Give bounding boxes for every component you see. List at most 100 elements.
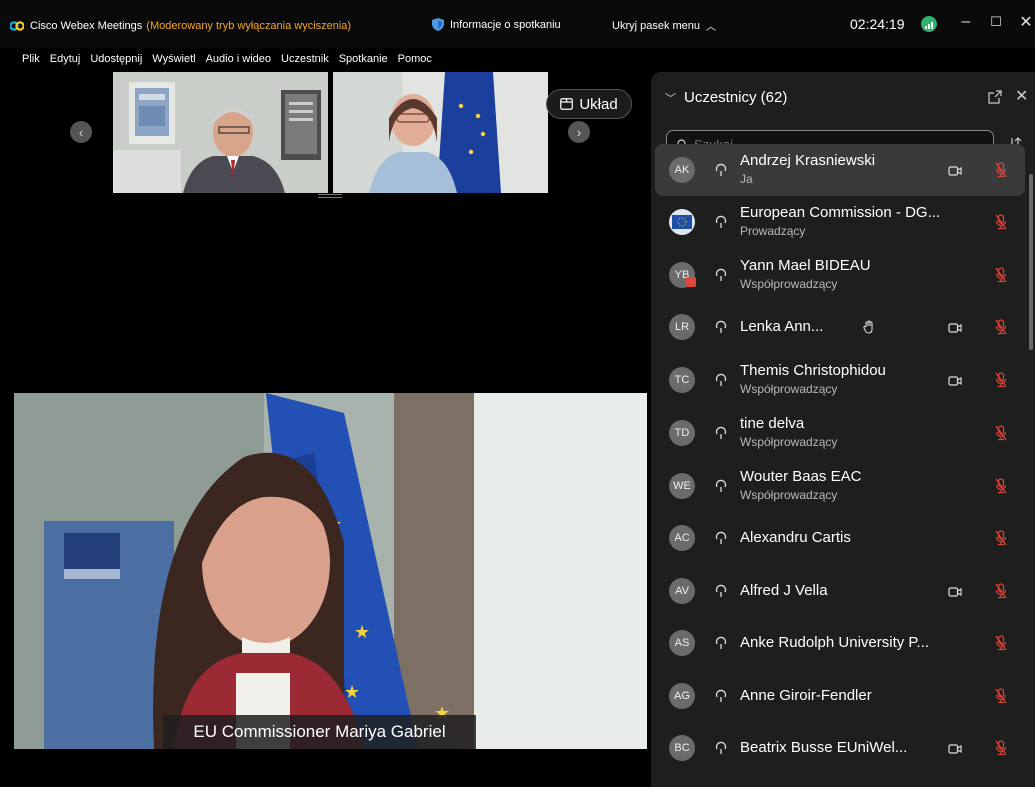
chevron-down-icon: ﹀	[665, 92, 676, 105]
muted-mic-icon[interactable]	[995, 267, 1007, 283]
shield-icon	[432, 18, 444, 31]
audio-connection-icon	[714, 479, 728, 493]
next-video-button[interactable]: ›	[568, 121, 590, 143]
resize-handle[interactable]	[318, 194, 342, 198]
camera-icon[interactable]	[948, 321, 962, 333]
menu-help[interactable]: Pomoc	[398, 53, 432, 65]
meeting-info-label: Informacje o spotkaniu	[450, 18, 561, 31]
avatar: TC	[669, 367, 695, 393]
audio-connection-icon	[714, 636, 728, 650]
muted-mic-icon[interactable]	[995, 319, 1007, 335]
participant-name: Alexandru Cartis	[740, 529, 851, 546]
participants-panel: ﹀ Uczestnicy (62) ✕ AK Andrzej Krasniewsk…	[651, 72, 1035, 787]
menu-view[interactable]: Wyświetl	[152, 53, 195, 65]
minimize-button[interactable]: –	[956, 12, 976, 32]
layout-label: Układ	[579, 95, 618, 113]
participant-row[interactable]: AC Alexandru Cartis	[655, 512, 1025, 564]
participant-role: Współprowadzący	[740, 488, 838, 502]
participant-row[interactable]: TD tine delva Współprowadzący	[655, 407, 1025, 459]
muted-mic-icon[interactable]	[995, 635, 1007, 651]
video-thumbnail[interactable]	[333, 72, 548, 193]
participant-row[interactable]: WE Wouter Baas EAC Współprowadzący	[655, 460, 1025, 512]
chevron-up-icon: ︿	[706, 22, 717, 33]
muted-mic-icon[interactable]	[995, 530, 1007, 546]
participant-row[interactable]: AK Andrzej Krasniewski Ja	[655, 144, 1025, 196]
meeting-info-button[interactable]: Informacje o spotkaniu	[432, 18, 561, 31]
avatar: LR	[669, 314, 695, 340]
camera-icon[interactable]	[948, 374, 962, 386]
menu-file[interactable]: Plik	[22, 53, 40, 65]
participant-name: Anke Rudolph University P...	[740, 634, 929, 651]
audio-connection-icon	[714, 373, 728, 387]
participant-video-image	[333, 72, 548, 193]
participant-row[interactable]: BC Beatrix Busse EUniWel...	[655, 722, 1025, 774]
participant-name: Yann Mael BIDEAU	[740, 257, 871, 274]
participant-role: Ja	[740, 172, 753, 186]
title-bar: Cisco Webex Meetings (Moderowany tryb wy…	[0, 0, 1035, 48]
participant-row[interactable]: European Commission - DG... Prowadzący	[655, 196, 1025, 248]
muted-mic-icon[interactable]	[995, 688, 1007, 704]
active-speaker-video[interactable]: ★ ★ ★ ★ ★	[14, 393, 647, 749]
muted-mic-icon[interactable]	[995, 214, 1007, 230]
avatar: TD	[669, 420, 695, 446]
previous-video-button[interactable]: ‹	[70, 121, 92, 143]
participant-name: Anne Giroir-Fendler	[740, 687, 872, 704]
participant-row[interactable]: LR Lenka Ann...	[655, 301, 1025, 353]
hide-menu-button[interactable]: Ukryj pasek menu ︿	[612, 18, 717, 34]
participant-name: Andrzej Krasniewski	[740, 152, 876, 169]
participant-name: Lenka Ann...	[740, 318, 824, 335]
close-window-button[interactable]: ✕	[1016, 12, 1035, 32]
camera-icon[interactable]	[948, 742, 962, 754]
participant-name: European Commission - DG...	[740, 204, 941, 221]
menu-bar: Plik Edytuj Udostępnij Wyświetl Audio i …	[0, 50, 650, 68]
meeting-clock: 02:24:19	[850, 16, 905, 32]
avatar: AC	[669, 525, 695, 551]
participant-role: Prowadzący	[740, 224, 806, 238]
muted-mic-icon[interactable]	[995, 372, 1007, 388]
participant-row[interactable]: TC Themis Christophidou Współprowadzący	[655, 354, 1025, 406]
app-name: Cisco Webex Meetings	[30, 20, 143, 32]
speaker-video-image: ★ ★ ★ ★ ★	[14, 393, 647, 749]
participant-row[interactable]: AS Anke Rudolph University P...	[655, 617, 1025, 669]
participant-row[interactable]: AG Anne Giroir-Fendler	[655, 670, 1025, 722]
audio-connection-icon	[714, 215, 728, 229]
menu-share[interactable]: Udostępnij	[90, 53, 142, 65]
participant-name: Wouter Baas EAC	[740, 468, 862, 485]
participant-role: Współprowadzący	[740, 382, 838, 396]
audio-connection-icon	[714, 741, 728, 755]
audio-connection-icon	[714, 268, 728, 282]
muted-mic-icon[interactable]	[995, 162, 1007, 178]
muted-mic-icon[interactable]	[995, 425, 1007, 441]
layout-button[interactable]: Układ	[546, 89, 632, 119]
camera-icon[interactable]	[948, 585, 962, 597]
maximize-button[interactable]: ☐	[986, 12, 1006, 32]
hide-menu-label: Ukryj pasek menu	[612, 19, 701, 32]
avatar: AK	[669, 157, 695, 183]
audio-connection-icon	[714, 320, 728, 334]
popout-icon[interactable]	[988, 90, 1002, 104]
avatar: AS	[669, 630, 695, 656]
menu-participant[interactable]: Uczestnik	[281, 53, 329, 65]
participants-header[interactable]: ﹀ Uczestnicy (62)	[665, 89, 787, 106]
participant-row[interactable]: AV Alfred J Vella	[655, 565, 1025, 617]
window-title: Cisco Webex Meetings (Moderowany tryb wy…	[10, 18, 351, 34]
muted-mic-icon[interactable]	[995, 583, 1007, 599]
mute-mode-label: (Moderowany tryb wyłączania wyciszenia)	[146, 20, 352, 32]
scrollbar[interactable]	[1029, 174, 1033, 350]
audio-connection-icon	[714, 163, 728, 177]
menu-meeting[interactable]: Spotkanie	[339, 53, 388, 65]
menu-edit[interactable]: Edytuj	[50, 53, 81, 65]
video-thumbnail[interactable]	[113, 72, 328, 193]
participant-row[interactable]: YB Yann Mael BIDEAU Współprowadzący	[655, 249, 1025, 301]
camera-icon[interactable]	[948, 164, 962, 176]
muted-mic-icon[interactable]	[995, 478, 1007, 494]
network-signal-icon[interactable]	[921, 16, 937, 32]
menu-audio-video[interactable]: Audio i wideo	[206, 53, 271, 65]
eu-flag-icon	[672, 215, 692, 229]
close-panel-button[interactable]: ✕	[1015, 86, 1028, 106]
avatar: WE	[669, 473, 695, 499]
muted-mic-icon[interactable]	[995, 740, 1007, 756]
participant-name: Alfred J Vella	[740, 582, 828, 599]
participants-title: Uczestnicy (62)	[684, 89, 788, 106]
raise-hand-icon	[863, 320, 875, 334]
